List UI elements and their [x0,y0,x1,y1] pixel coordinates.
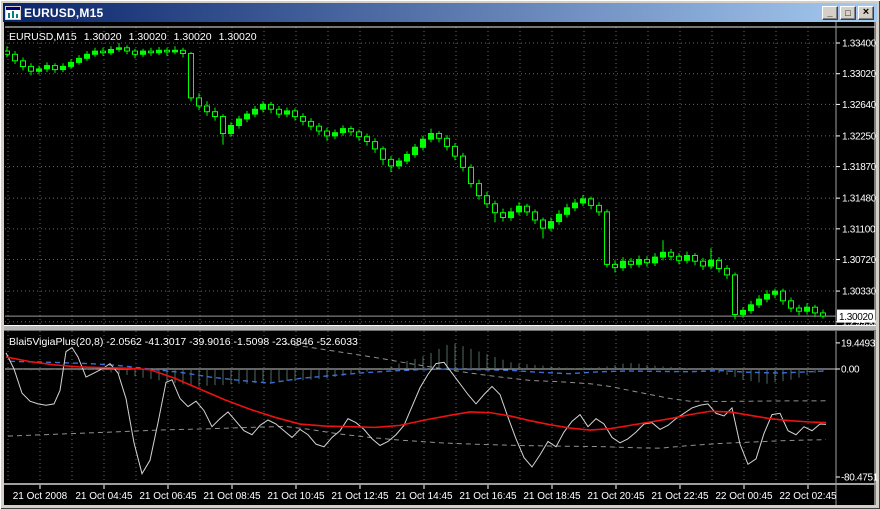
info-low: 1.30020 [174,31,212,43]
chart-window-icon [5,6,21,20]
indicator-label: Blai5VigiaPlus(20,8) -2.0562 -41.3017 -3… [9,336,358,348]
application-window: 1.334001.330201.326401.322501.318701.314… [0,0,880,509]
window-title: EURUSD,M15 [24,6,822,20]
price-axis[interactable] [836,22,876,483]
info-high: 1.30020 [129,31,167,43]
info-symbol: EURUSD,M15 [9,31,77,43]
indicator-pane[interactable] [4,348,836,482]
time-axis[interactable] [4,485,836,505]
title-bar[interactable]: EURUSD,M15 _ □ × [3,3,877,22]
info-open: 1.30020 [84,31,122,43]
close-button[interactable]: × [858,6,874,20]
minimize-button[interactable]: _ [822,6,838,20]
maximize-button[interactable]: □ [840,6,856,20]
info-close: 1.30020 [219,31,257,43]
ohlc-info-line: EURUSD,M15 1.30020 1.30020 1.30020 1.300… [9,31,257,43]
chart-pane[interactable] [4,44,836,324]
pane-separator[interactable] [4,325,876,331]
